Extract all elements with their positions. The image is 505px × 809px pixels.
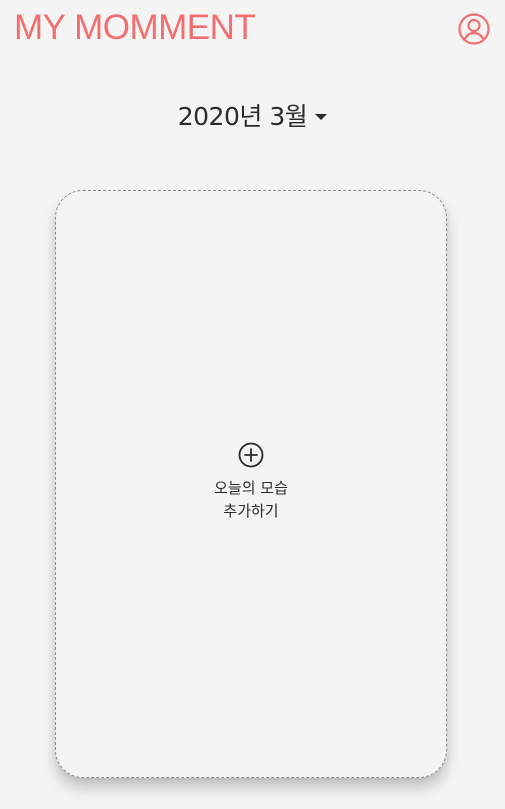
plus-circle-icon (238, 442, 264, 468)
month-label: 2020년 3월 (177, 102, 308, 131)
add-moment-label-line2: 추가하기 (223, 502, 279, 520)
app-header: MY MOMMENT (0, 0, 505, 60)
user-circle-icon (458, 13, 490, 45)
add-moment-label: 오늘의 모습 추가하기 (56, 477, 446, 523)
app-title: MY MOMMENT (14, 8, 256, 47)
add-moment-area[interactable]: 오늘의 모습 추가하기 (56, 441, 446, 523)
month-selector[interactable]: 2020년 3월 (0, 97, 505, 137)
caret-down-icon (315, 114, 328, 120)
add-moment-label-line1: 오늘의 모습 (214, 479, 288, 497)
add-moment-card[interactable]: 오늘의 모습 추가하기 (55, 190, 447, 778)
profile-button[interactable] (457, 12, 491, 46)
